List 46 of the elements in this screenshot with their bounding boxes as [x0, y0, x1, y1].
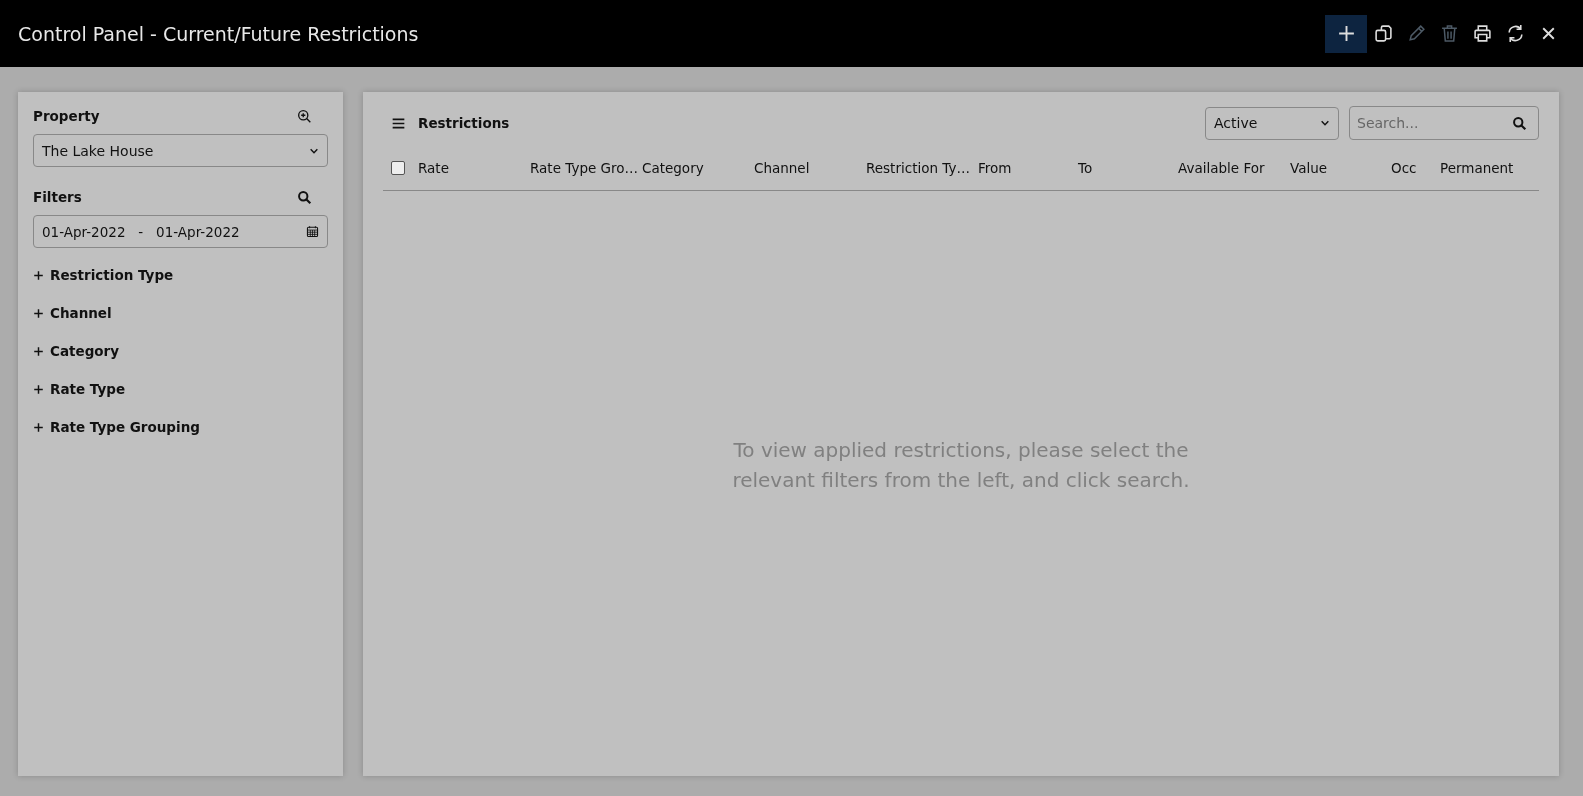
- property-value: The Lake House: [42, 142, 154, 159]
- plus-icon: [33, 345, 44, 357]
- filter-group-toggle[interactable]: Restriction Type: [33, 256, 328, 294]
- search-icon: [297, 189, 312, 205]
- date-range-value: 01-Apr-2022 - 01-Apr-2022: [42, 223, 240, 240]
- filter-group-toggle[interactable]: Rate Type Grouping: [33, 408, 328, 446]
- property-label: Property: [33, 108, 100, 124]
- column-header[interactable]: Occ: [1391, 160, 1440, 176]
- search-icon: [1512, 116, 1527, 131]
- column-header[interactable]: Rate: [418, 160, 530, 176]
- empty-message: To view applied restrictions, please select the relevant filters from the left, and click search.: [731, 436, 1191, 494]
- plus-icon: [33, 307, 44, 319]
- filter-group-toggle[interactable]: Category: [33, 332, 328, 370]
- window-title: Control Panel - Current/Future Restrictions: [18, 22, 420, 45]
- trash-icon: [1440, 24, 1459, 43]
- status-select[interactable]: Active: [1205, 106, 1339, 140]
- select-all-checkbox[interactable]: [391, 161, 405, 175]
- filter-group-toggle[interactable]: Channel: [33, 294, 328, 332]
- column-header[interactable]: Value: [1290, 160, 1391, 176]
- search-field[interactable]: Search...: [1349, 106, 1539, 140]
- status-value: Active: [1214, 115, 1258, 131]
- column-header[interactable]: Rate Type Gro…: [530, 160, 642, 176]
- filters-label: Filters: [33, 189, 82, 205]
- date-range-field[interactable]: 01-Apr-2022 - 01-Apr-2022: [33, 215, 328, 248]
- column-header[interactable]: Restriction Ty…: [866, 160, 978, 176]
- panel-title: Restrictions: [418, 115, 510, 131]
- zoom-in-icon: [297, 108, 312, 124]
- plus-icon: [33, 269, 44, 281]
- add-button[interactable]: [1325, 14, 1367, 53]
- refresh-icon: [1506, 24, 1525, 43]
- column-header[interactable]: Permanent: [1440, 160, 1539, 176]
- copy-icon: [1374, 24, 1393, 43]
- chevron-down-icon: [1320, 118, 1330, 128]
- plus-icon: [33, 421, 44, 433]
- printer-icon: [1473, 24, 1492, 43]
- plus-icon: [1336, 24, 1356, 43]
- column-header[interactable]: Category: [642, 160, 754, 176]
- pencil-icon: [1407, 24, 1426, 43]
- filter-group-toggle[interactable]: Rate Type: [33, 370, 328, 408]
- column-header[interactable]: From: [978, 160, 1078, 176]
- plus-icon: [33, 383, 44, 395]
- column-header[interactable]: Channel: [754, 160, 866, 176]
- column-header[interactable]: Available For: [1178, 160, 1290, 176]
- calendar-icon: [306, 225, 319, 238]
- column-header[interactable]: To: [1078, 160, 1178, 176]
- property-select[interactable]: The Lake House: [33, 134, 328, 167]
